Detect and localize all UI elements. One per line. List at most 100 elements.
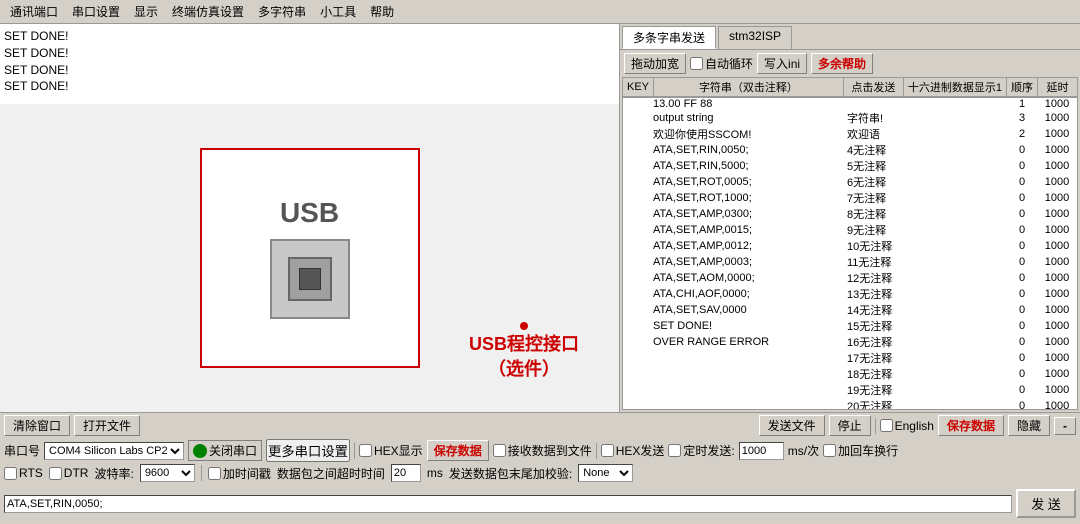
add-time-checkbox[interactable] — [208, 467, 221, 480]
cell-string[interactable]: 欢迎你使用SSCOM! — [653, 126, 847, 142]
add-cr-checkbox[interactable] — [823, 444, 836, 457]
send-file-btn[interactable]: 发送文件 — [759, 415, 825, 436]
send-btn[interactable]: 发 送 — [1016, 489, 1076, 518]
cell-string[interactable]: ATA,SET,SAV,0000 — [653, 302, 847, 318]
clear-window-btn[interactable]: 清除窗口 — [4, 415, 70, 436]
table-row[interactable]: 17无注释01000 — [623, 350, 1077, 366]
ini-btn[interactable]: 写入ini — [757, 53, 807, 74]
port-select[interactable]: COM4 Silicon Labs CP210x U... — [44, 442, 184, 460]
table-row[interactable]: ATA,SET,SAV,000014无注释01000 — [623, 302, 1077, 318]
loop-checkbox[interactable] — [690, 57, 703, 70]
table-row[interactable]: ATA,SET,AOM,0000;12无注释01000 — [623, 270, 1077, 286]
cell-string[interactable]: ATA,SET,AOM,0000; — [653, 270, 847, 286]
baud-select[interactable]: 9600 — [140, 464, 195, 482]
cell-string[interactable] — [653, 366, 847, 382]
table-row[interactable]: ATA,SET,RIN,5000;5无注释01000 — [623, 158, 1077, 174]
send-end-select[interactable]: None — [578, 464, 633, 482]
cell-hex — [907, 110, 1007, 126]
table-row[interactable]: ATA,CHI,AOF,0000;13无注释01000 — [623, 286, 1077, 302]
table-row[interactable]: ATA,SET,AMP,0012;10无注释01000 — [623, 238, 1077, 254]
cell-delay: 1000 — [1037, 302, 1077, 318]
hex-display-checkbox[interactable] — [359, 444, 372, 457]
dtr-checkbox[interactable] — [49, 467, 62, 480]
timed-value-input[interactable] — [739, 442, 784, 460]
table-row[interactable]: 18无注释01000 — [623, 366, 1077, 382]
cell-string[interactable]: SET DONE! — [653, 318, 847, 334]
cell-send: 6无注释 — [847, 174, 907, 190]
table-row[interactable]: ATA,SET,ROT,1000;7无注释01000 — [623, 190, 1077, 206]
data-table-container[interactable]: 13.00 FF 8811000output string字符串!31000欢迎… — [622, 97, 1078, 410]
cell-send: 4无注释 — [847, 142, 907, 158]
table-row[interactable]: output string字符串!31000 — [623, 110, 1077, 126]
cell-order: 2 — [1007, 126, 1037, 142]
cell-string[interactable]: ATA,SET,AMP,0003; — [653, 254, 847, 270]
menu-port[interactable]: 通讯端口 — [4, 2, 64, 21]
menu-help[interactable]: 帮助 — [364, 2, 400, 21]
cell-delay: 1000 — [1037, 334, 1077, 350]
table-row[interactable]: SET DONE!15无注释01000 — [623, 318, 1077, 334]
cell-string[interactable]: ATA,CHI,AOF,0000; — [653, 286, 847, 302]
cell-key — [623, 350, 653, 366]
console-output: SET DONE! SET DONE! SET DONE! SET DONE! — [0, 24, 619, 104]
green-icon — [193, 444, 207, 458]
table-row[interactable]: ATA,SET,AMP,0003;11无注释01000 — [623, 254, 1077, 270]
table-row[interactable]: 20无注释01000 — [623, 398, 1077, 410]
cell-string[interactable]: ATA,SET,AMP,0012; — [653, 238, 847, 254]
save-data-btn2[interactable]: 保存数据 — [427, 440, 489, 461]
cell-key — [623, 158, 653, 174]
table-row[interactable]: ATA,SET,AMP,0300;8无注释01000 — [623, 206, 1077, 222]
cell-string[interactable]: ATA,SET,RIN,5000; — [653, 158, 847, 174]
stop-btn[interactable]: 停止 — [829, 415, 871, 436]
recv-file-checkbox[interactable] — [493, 444, 506, 457]
rts-checkbox[interactable] — [4, 467, 17, 480]
open-file-btn[interactable]: 打开文件 — [74, 415, 140, 436]
toolbar: 拖动加宽 自动循环 写入ini 多余帮助 — [620, 50, 1080, 77]
usb-text-label: USB — [280, 197, 339, 229]
save-data-btn[interactable]: 保存数据 — [938, 415, 1004, 436]
cell-string[interactable]: ATA,SET,ROT,0005; — [653, 174, 847, 190]
table-row[interactable]: ATA,SET,AMP,0015;9无注释01000 — [623, 222, 1077, 238]
cell-string[interactable] — [653, 398, 847, 410]
cell-hex — [907, 302, 1007, 318]
table-row[interactable]: ATA,SET,RIN,0050;4无注释01000 — [623, 142, 1077, 158]
cell-string[interactable]: ATA,SET,AMP,0015; — [653, 222, 847, 238]
menu-tools[interactable]: 小工具 — [314, 2, 362, 21]
cell-delay: 1000 — [1037, 286, 1077, 302]
tab-stm32isp[interactable]: stm32ISP — [718, 26, 792, 49]
more-settings-btn[interactable]: 更多串口设置 — [266, 439, 350, 462]
table-row[interactable]: 欢迎你使用SSCOM!欢迎语21000 — [623, 126, 1077, 142]
table-row[interactable]: ATA,SET,ROT,0005;6无注释01000 — [623, 174, 1077, 190]
menu-terminal[interactable]: 终端仿真设置 — [166, 2, 250, 21]
cell-string[interactable]: OVER RANGE ERROR — [653, 334, 847, 350]
timed-send-checkbox[interactable] — [668, 444, 681, 457]
cell-string[interactable]: ATA,SET,ROT,1000; — [653, 190, 847, 206]
table-row[interactable]: 13.00 FF 8811000 — [623, 98, 1077, 110]
hex-send-checkbox[interactable] — [601, 444, 614, 457]
cell-delay: 1000 — [1037, 158, 1077, 174]
bottom-bar: 清除窗口 打开文件 发送文件 停止 English 保存数据 隐藏 - 串口号 … — [0, 412, 1080, 524]
cell-send: 欢迎语 — [847, 126, 907, 142]
table-row[interactable]: OVER RANGE ERROR16无注释01000 — [623, 334, 1077, 350]
cell-string[interactable] — [653, 350, 847, 366]
cell-key — [623, 110, 653, 126]
drag-widen-btn[interactable]: 拖动加宽 — [624, 53, 686, 74]
table-row[interactable]: 19无注释01000 — [623, 382, 1077, 398]
tab-multistring[interactable]: 多条字串发送 — [622, 26, 716, 49]
cell-string[interactable]: ATA,SET,AMP,0300; — [653, 206, 847, 222]
cell-string[interactable]: 13.00 FF 88 — [653, 98, 847, 110]
hide-btn[interactable]: 隐藏 — [1008, 415, 1050, 436]
data-table-body: 13.00 FF 8811000output string字符串!31000欢迎… — [623, 98, 1077, 410]
cell-send: 11无注释 — [847, 254, 907, 270]
send-input[interactable] — [4, 495, 1012, 513]
threshold-input[interactable] — [391, 464, 421, 482]
menu-display[interactable]: 显示 — [128, 2, 164, 21]
cell-string[interactable]: ATA,SET,RIN,0050; — [653, 142, 847, 158]
close-port-btn[interactable]: 关闭串口 — [188, 440, 262, 461]
menu-multistring[interactable]: 多字符串 — [252, 2, 312, 21]
minus-btn[interactable]: - — [1054, 417, 1076, 435]
cell-string[interactable] — [653, 382, 847, 398]
cell-string[interactable]: output string — [653, 110, 847, 126]
menu-serial-settings[interactable]: 串口设置 — [66, 2, 126, 21]
english-checkbox[interactable] — [880, 419, 893, 432]
help-btn[interactable]: 多余帮助 — [811, 53, 873, 74]
